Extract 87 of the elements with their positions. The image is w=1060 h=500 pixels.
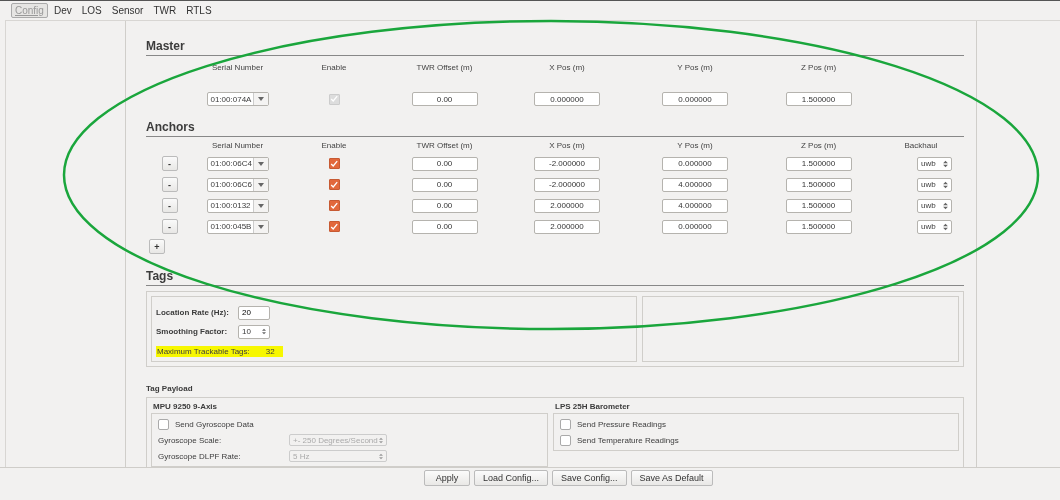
x-pos-field[interactable]: -2.000000 [534,177,600,192]
spin-arrows-icon [943,201,948,210]
max-tags-value: 32 [265,347,275,356]
remove-button[interactable]: - [161,219,178,234]
column-header: Y Pos (m) [676,140,714,150]
twr-offset-field[interactable]: 0.00 [411,156,478,171]
caret-icon [257,203,264,208]
field-label: Smoothing Factor: [156,327,229,336]
twr-offset-field[interactable]: 0.00 [411,177,478,192]
spin-arrows-icon [943,159,948,168]
y-pos-field[interactable]: 0.000000 [662,219,728,234]
backhaul-spinbox[interactable]: uwb [917,156,952,171]
remove-button[interactable]: - [161,177,178,192]
group-title: MPU 9250 9-Axis [152,402,219,413]
tab[interactable]: Dev [49,3,76,18]
z-pos-field[interactable]: 1.500000 [785,156,852,171]
field-label: Gyroscope Scale: [158,435,223,445]
group-title: Tag Payload [146,384,194,393]
serial-dropdown[interactable]: 01:00:045B [206,219,269,234]
checkbox[interactable] [560,418,571,430]
section-heading: Tags [146,269,964,286]
x-pos-field[interactable]: 2.000000 [534,198,600,213]
serial-dropdown[interactable]: 01:00:06C4 [206,156,269,171]
caret-icon [257,224,264,229]
checkbox-label: Send Gyroscope Data [175,419,254,429]
checkbox[interactable] [328,179,340,190]
column-header: X Pos (m) [548,140,586,150]
spin-arrows-icon [379,452,383,460]
smoothing-spinbox[interactable]: 10 [238,324,270,339]
group-title: LPS 25H Barometer [554,402,631,413]
column-header: Backhaul [903,140,939,150]
location-rate-field[interactable]: 20 [238,305,270,320]
spin-arrows-icon [943,222,948,231]
y-pos-field[interactable]: 4.000000 [662,177,728,192]
caret-icon [257,161,264,166]
y-pos-field[interactable]: 0.000000 [662,156,728,171]
field-label: Gyroscope DLPF Rate: [158,451,242,461]
backhaul-spinbox[interactable]: uwb [917,219,952,234]
column-header: Z Pos (m) [799,62,838,72]
column-header: Enable [320,62,348,72]
add-button[interactable]: + [149,239,165,254]
remove-button[interactable]: - [161,156,178,171]
checkbox-label: Send Pressure Readings [577,419,666,429]
z-pos-field[interactable]: 1.500000 [785,219,852,234]
checkbox[interactable] [560,434,571,446]
column-header: Serial Number [210,140,265,150]
backhaul-spinbox[interactable]: uwb [917,177,952,192]
z-pos-field[interactable]: 1.500000 [785,177,852,192]
tab[interactable]: LOS [77,3,106,18]
column-header: Z Pos (m) [799,140,838,150]
field-label: Location Rate (Hz): [156,308,230,317]
spin-arrows-icon [262,328,266,335]
checkbox[interactable] [328,200,340,211]
twr-offset-field[interactable]: 0.00 [411,219,478,234]
action-button[interactable]: Load Config... [474,470,549,486]
x-pos-field[interactable]: -2.000000 [534,156,600,171]
caret-icon [257,182,264,187]
serial-dropdown[interactable]: 01:00:06C6 [206,177,269,192]
x-pos-field[interactable]: 2.000000 [534,219,600,234]
tab[interactable]: Sensor [107,3,148,18]
column-header: TWR Offset (m) [415,62,474,72]
y-pos-field[interactable]: 4.000000 [662,198,728,213]
action-button[interactable]: Save Config... [552,470,627,486]
twr-offset-field[interactable]: 0.00 [411,198,478,213]
spin-arrows-icon [379,436,383,444]
action-button[interactable]: Save As Default [630,470,713,486]
column-header: Enable [320,140,348,150]
z-pos-field[interactable]: 1.500000 [785,198,852,213]
remove-button[interactable]: - [161,198,178,213]
section-heading: Anchors [146,120,964,137]
checkbox-label: Send Temperature Readings [577,435,679,445]
max-tags-label: Maximum Trackable Tags: [157,347,250,356]
column-header: X Pos (m) [548,62,586,72]
column-header: Y Pos (m) [676,62,714,72]
tab[interactable]: RTLS [182,3,216,18]
section-heading: Master [146,39,964,56]
checkbox[interactable] [328,158,340,169]
checkbox[interactable] [158,418,169,430]
spin-arrows-icon [943,180,948,189]
caret-icon [257,97,264,101]
backhaul-spinbox[interactable]: uwb [917,198,952,213]
serial-dropdown[interactable]: 01:00:0132 [206,198,269,213]
column-header: Serial Number [210,62,265,72]
tab[interactable]: TWR [149,3,181,18]
column-header: TWR Offset (m) [415,140,474,150]
action-button[interactable]: Apply [424,470,470,486]
checkbox[interactable] [328,221,340,232]
